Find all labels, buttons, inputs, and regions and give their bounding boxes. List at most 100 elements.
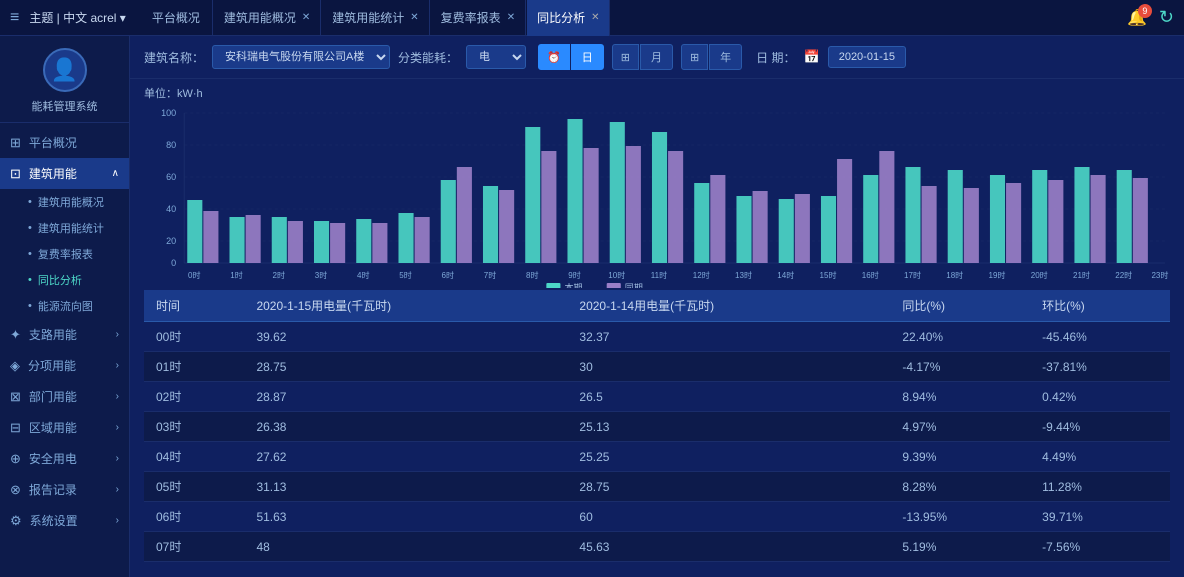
year-btn[interactable]: 年 [709,44,742,70]
platform-icon: ⊞ [10,135,21,151]
date-value[interactable]: 2020-01-15 [828,46,906,68]
table-area: 时间 2020-1-15用电量(千瓦时) 2020-1-14用电量(千瓦时) 同… [144,290,1170,571]
avatar: 👤 [43,48,87,92]
notification-badge: 9 [1138,4,1152,18]
refresh-icon[interactable]: ↻ [1159,7,1174,28]
svg-text:80: 80 [166,140,176,150]
time-btn-group: ⏰ 日 [538,44,604,70]
svg-text:60: 60 [166,172,176,182]
svg-text:21时: 21时 [1073,270,1090,280]
chart-svg: 100 80 60 40 20 0 [144,103,1170,288]
sidebar-item-subitem[interactable]: ◈ 分项用能 › [0,350,129,381]
avatar-icon: 👤 [51,57,78,83]
brand-label: 主题 | 中文 acrel ▾ [29,9,126,26]
svg-text:8时: 8时 [526,270,539,280]
col-header-mom: 环比(%) [1030,290,1170,322]
close-icon[interactable]: ✕ [507,12,515,23]
tab-rate-report[interactable]: 复费率报表 ✕ [431,0,526,36]
sidebar-item-dept[interactable]: ⊠ 部门用能 › [0,381,129,412]
table-row: 02时28.8726.58.94%0.42% [144,382,1170,412]
svg-text:19时: 19时 [988,270,1005,280]
table-row: 04时27.6225.259.39%4.49% [144,442,1170,472]
main-layout: 👤 能耗管理系统 ⊞ 平台概况 ⊡ 建筑用能 ∧ •建筑用能概况 •建筑用能统计 [0,36,1184,577]
svg-text:1时: 1时 [230,270,243,280]
building-select[interactable]: 安科瑞电气股份有限公司A楼 [212,45,390,69]
report-icon: ⊗ [10,482,21,498]
year-btn-group: ⊞ 年 [681,44,742,70]
time-btn[interactable]: ⏰ [538,44,570,70]
sidebar-item-circuit[interactable]: ✦ 支路用能 › [0,319,129,350]
category-label: 分类能耗： [398,49,458,66]
chart-area: 单位：kW·h 100 80 60 40 20 0 [130,79,1184,290]
building-icon: ⊡ [10,166,21,182]
svg-text:3时: 3时 [315,270,328,280]
sidebar-subitem-rate[interactable]: •复费率报表 [18,241,129,267]
notification-icon[interactable]: 🔔 9 [1127,8,1147,28]
svg-text:4时: 4时 [357,270,370,280]
svg-text:18时: 18时 [946,270,963,280]
sidebar-item-building[interactable]: ⊡ 建筑用能 ∧ [0,158,129,189]
sidebar-item-report[interactable]: ⊗ 报告记录 › [0,474,129,505]
col-header-current: 2020-1-15用电量(千瓦时) [244,290,567,322]
chevron-right-icon4: › [116,422,119,433]
chevron-right-icon: › [116,329,119,340]
date-label: 日 期： [756,49,795,66]
svg-text:6时: 6时 [442,270,455,280]
safety-icon: ⊕ [10,451,21,467]
chevron-down-icon: ∧ [112,168,119,179]
close-icon[interactable]: ✕ [410,12,418,23]
nav-right-icons: 🔔 9 ↻ [1127,7,1174,28]
tab-yoy-analysis[interactable]: 同比分析 ✕ [527,0,610,36]
svg-text:16时: 16时 [862,270,879,280]
tab-platform[interactable]: 平台概况 [140,0,213,36]
week-icon-btn[interactable]: ⊞ [612,44,639,70]
chevron-right-icon7: › [116,515,119,526]
week-btn-group: ⊞ 月 [612,44,673,70]
close-icon[interactable]: ✕ [591,12,599,23]
user-section: 👤 能耗管理系统 [0,36,129,123]
svg-text:同期: 同期 [625,283,643,288]
sidebar-subitem-overview[interactable]: •建筑用能概况 [18,189,129,215]
tab-building-stats[interactable]: 建筑用能统计 ✕ [322,0,429,36]
tab-building-overview[interactable]: 建筑用能概况 ✕ [214,0,321,36]
month-btn[interactable]: 月 [640,44,673,70]
data-table: 时间 2020-1-15用电量(千瓦时) 2020-1-14用电量(千瓦时) 同… [144,290,1170,562]
svg-text:15时: 15时 [820,270,837,280]
svg-text:本期: 本期 [564,282,582,288]
svg-text:20时: 20时 [1031,270,1048,280]
sidebar-submenu: •建筑用能概况 •建筑用能统计 •复费率报表 •同比分析 •能源流向图 [0,189,129,319]
sidebar-menu: ⊞ 平台概况 ⊡ 建筑用能 ∧ •建筑用能概况 •建筑用能统计 •复费率报表 [0,123,129,577]
chevron-right-icon3: › [116,391,119,402]
sidebar-item-platform[interactable]: ⊞ 平台概况 [0,127,129,158]
building-label: 建筑名称： [144,49,204,66]
content-area: 建筑名称： 安科瑞电气股份有限公司A楼 分类能耗： 电 ⏰ 日 ⊞ 月 ⊞ 年 … [130,36,1184,577]
svg-text:13时: 13时 [735,270,752,280]
svg-text:20: 20 [166,236,176,246]
sidebar-subitem-stats[interactable]: •建筑用能统计 [18,215,129,241]
svg-text:9时: 9时 [568,270,581,280]
unit-label: 单位：kW·h [144,85,1170,101]
table-row: 01时28.7530-4.17%-37.81% [144,352,1170,382]
close-icon[interactable]: ✕ [302,12,310,23]
sidebar-item-settings[interactable]: ⚙ 系统设置 › [0,505,129,536]
svg-text:0: 0 [171,258,176,268]
col-header-yoy: 同比(%) [890,290,1030,322]
sidebar-item-region[interactable]: ⊟ 区域用能 › [0,412,129,443]
sidebar-item-safety[interactable]: ⊕ 安全用电 › [0,443,129,474]
sidebar-subitem-yoy[interactable]: •同比分析 [18,267,129,293]
region-icon: ⊟ [10,420,21,436]
svg-text:100: 100 [161,108,176,118]
sidebar: 👤 能耗管理系统 ⊞ 平台概况 ⊡ 建筑用能 ∧ •建筑用能概况 •建筑用能统计 [0,36,130,577]
sidebar-subitem-flow[interactable]: •能源流向图 [18,293,129,319]
svg-text:10时: 10时 [608,270,625,280]
category-select[interactable]: 电 [466,45,526,69]
hamburger-icon[interactable]: ≡ [10,9,19,27]
svg-text:23时: 23时 [1151,270,1168,280]
svg-text:0时: 0时 [188,270,201,280]
svg-text:40: 40 [166,204,176,214]
table-row: 00时39.6232.3722.40%-45.46% [144,322,1170,352]
settings-icon: ⚙ [10,513,22,529]
year-icon-btn[interactable]: ⊞ [681,44,708,70]
toolbar: 建筑名称： 安科瑞电气股份有限公司A楼 分类能耗： 电 ⏰ 日 ⊞ 月 ⊞ 年 … [130,36,1184,79]
day-btn[interactable]: 日 [571,44,604,70]
